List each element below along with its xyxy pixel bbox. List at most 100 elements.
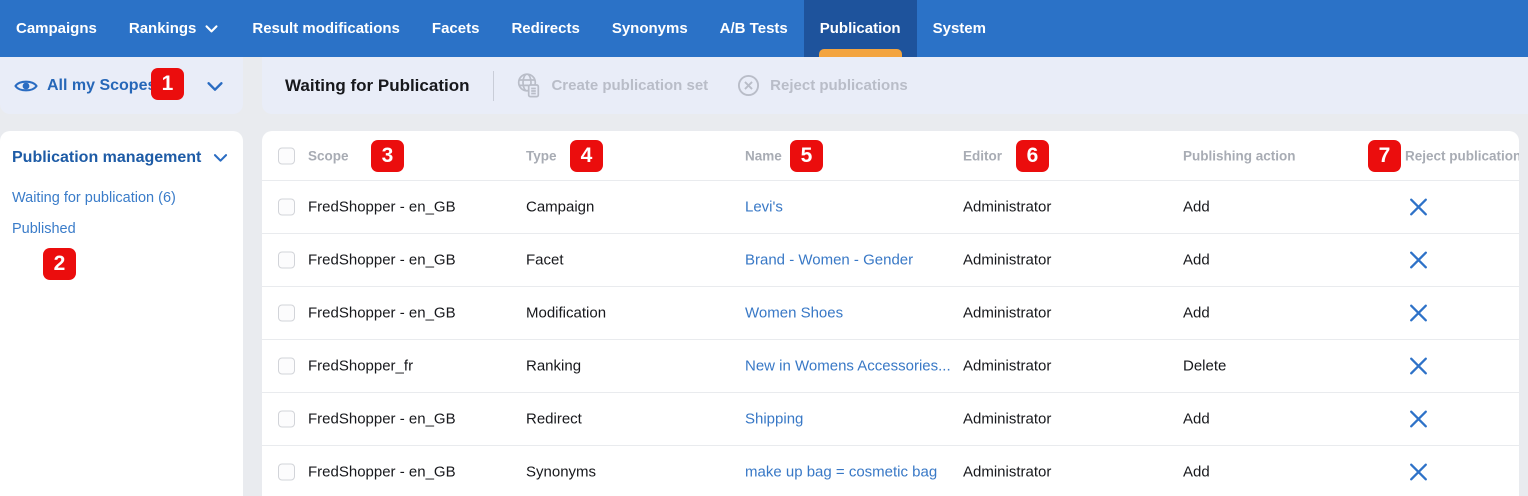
scope-cell: FredShopper - en_GB <box>308 251 456 269</box>
editor-cell: Administrator <box>963 410 1052 428</box>
nav-label: Synonyms <box>611 20 688 37</box>
row-checkbox[interactable] <box>278 410 295 428</box>
scope-cell: FredShopper - en_GB <box>308 463 456 481</box>
nav-label: Campaigns <box>16 20 97 37</box>
action-cell: Add <box>1183 304 1210 322</box>
publication-page: Campaigns Rankings Result modifications … <box>0 0 1528 496</box>
reject-publication-button[interactable] <box>1401 356 1435 377</box>
annotation-badge-3: 3 <box>371 140 404 172</box>
top-navigation: Campaigns Rankings Result modifications … <box>0 0 1528 57</box>
type-cell: Modification <box>526 304 607 322</box>
reject-publications-label: Reject publications <box>770 77 908 94</box>
chevron-down-icon <box>211 148 230 167</box>
globe-document-icon <box>516 72 542 99</box>
scope-cell: FredShopper - en_GB <box>308 410 456 428</box>
sidebar: Publication management Waiting for publi… <box>0 131 243 496</box>
name-link[interactable]: New in Womens Accessories... <box>745 358 951 375</box>
reject-publication-button[interactable] <box>1401 250 1435 271</box>
row-checkbox[interactable] <box>278 304 295 322</box>
name-link[interactable]: Shipping <box>745 411 803 428</box>
scope-cell: FredShopper - en_GB <box>308 304 456 322</box>
nav-item-rankings[interactable]: Rankings <box>113 0 237 57</box>
column-header-publishing-action: Publishing action <box>1183 148 1296 163</box>
editor-cell: Administrator <box>963 198 1052 216</box>
reject-publication-button[interactable] <box>1401 303 1435 324</box>
annotation-badge-5: 5 <box>790 140 823 172</box>
annotation-badge-2: 2 <box>43 248 76 280</box>
reject-publication-button[interactable] <box>1401 409 1435 430</box>
scope-cell: FredShopper - en_GB <box>308 198 456 216</box>
nav-item-redirects[interactable]: Redirects <box>495 0 595 57</box>
circle-x-icon <box>736 73 761 98</box>
create-publication-set-button[interactable]: Create publication set <box>516 72 708 99</box>
nav-item-ab-tests[interactable]: A/B Tests <box>704 0 804 57</box>
chevron-down-icon <box>203 20 220 37</box>
waiting-for-publication-table: Scope Type Name Editor Publishing action… <box>262 131 1519 496</box>
create-publication-set-label: Create publication set <box>551 77 709 94</box>
name-link[interactable]: Levi's <box>745 199 783 216</box>
row-checkbox[interactable] <box>278 251 295 269</box>
nav-label: Facets <box>431 20 480 37</box>
nav-item-system[interactable]: System <box>917 0 1002 57</box>
column-header-type: Type <box>526 148 557 163</box>
reject-publication-button[interactable] <box>1401 197 1435 218</box>
nav-item-result-modifications[interactable]: Result modifications <box>236 0 416 57</box>
action-cell: Delete <box>1183 357 1227 375</box>
scope-selector[interactable]: All my Scopes <box>0 57 243 114</box>
column-header-name: Name <box>745 148 782 163</box>
nav-label: Result modifications <box>252 20 400 37</box>
row-checkbox[interactable] <box>278 198 295 216</box>
annotation-badge-7: 7 <box>1368 140 1401 172</box>
nav-label: System <box>932 20 986 37</box>
table-header-row: Scope Type Name Editor Publishing action… <box>262 131 1519 180</box>
type-cell: Ranking <box>526 357 582 375</box>
reject-publication-button[interactable] <box>1401 462 1435 483</box>
eye-icon <box>14 77 38 95</box>
type-cell: Synonyms <box>526 463 597 481</box>
type-cell: Facet <box>526 251 564 269</box>
reject-publications-button[interactable]: Reject publications <box>736 73 908 98</box>
annotation-badge-6: 6 <box>1016 140 1049 172</box>
nav-item-publication-active[interactable]: Publication <box>803 0 917 57</box>
annotation-badge-1: 1 <box>151 68 184 100</box>
row-checkbox[interactable] <box>278 463 295 481</box>
toolbar-divider <box>493 70 495 101</box>
annotation-badge-4: 4 <box>570 140 603 172</box>
editor-cell: Administrator <box>963 251 1052 269</box>
action-cell: Add <box>1183 251 1210 269</box>
select-all-checkbox[interactable] <box>278 147 295 164</box>
table-row: FredShopper - en_GB Campaign Levi's Admi… <box>262 180 1519 233</box>
nav-item-facets[interactable]: Facets <box>416 0 496 57</box>
type-cell: Redirect <box>526 410 582 428</box>
table-row: FredShopper_fr Ranking New in Womens Acc… <box>262 339 1519 392</box>
sidebar-heading-publication-management[interactable]: Publication management <box>12 148 231 167</box>
type-cell: Campaign <box>526 198 595 216</box>
nav-label: Rankings <box>128 20 197 37</box>
row-checkbox[interactable] <box>278 357 295 375</box>
chevron-down-icon[interactable] <box>204 75 226 97</box>
column-header-reject-publication: Reject publication <box>1405 148 1519 163</box>
editor-cell: Administrator <box>963 357 1052 375</box>
page-title: Waiting for Publication <box>285 75 470 95</box>
editor-cell: Administrator <box>963 304 1052 322</box>
name-link[interactable]: Women Shoes <box>745 305 843 322</box>
column-header-editor: Editor <box>963 148 1002 163</box>
table-row: FredShopper - en_GB Modification Women S… <box>262 286 1519 339</box>
column-header-scope: Scope <box>308 148 349 163</box>
sidebar-item-published[interactable]: Published <box>12 221 231 237</box>
name-link[interactable]: Brand - Women - Gender <box>745 252 913 269</box>
action-cell: Add <box>1183 410 1210 428</box>
action-cell: Add <box>1183 198 1210 216</box>
nav-label: A/B Tests <box>719 20 788 37</box>
active-tab-indicator <box>818 49 902 57</box>
nav-item-synonyms[interactable]: Synonyms <box>596 0 704 57</box>
action-cell: Add <box>1183 463 1210 481</box>
nav-item-campaigns[interactable]: Campaigns <box>0 0 113 57</box>
sidebar-heading-label: Publication management <box>12 148 202 166</box>
scope-label: All my Scopes <box>47 76 157 94</box>
nav-label: Publication <box>819 20 901 37</box>
table-row: FredShopper - en_GB Synonyms make up bag… <box>262 445 1519 496</box>
name-link[interactable]: make up bag = cosmetic bag <box>745 464 937 481</box>
sidebar-item-waiting-for-publication[interactable]: Waiting for publication (6) <box>12 190 231 206</box>
table-row: FredShopper - en_GB Redirect Shipping Ad… <box>262 392 1519 445</box>
